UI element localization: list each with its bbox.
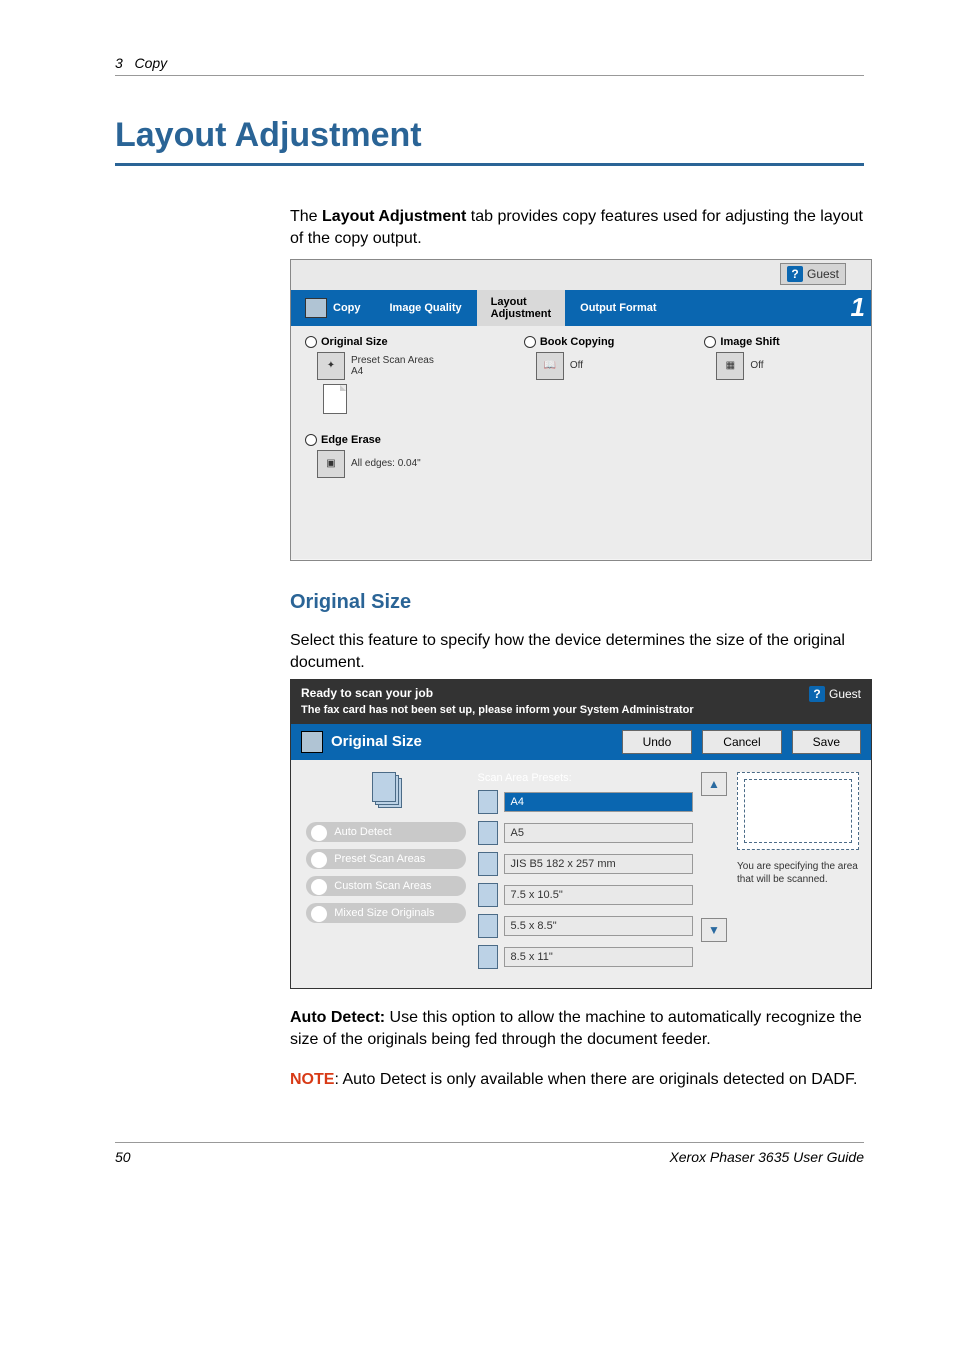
pill-mixed-size-originals[interactable]: Mixed Size Originals xyxy=(306,903,466,923)
radio-icon xyxy=(305,336,317,348)
preset-5-5x8-5[interactable]: 5.5 x 8.5" xyxy=(478,914,693,938)
pages-stack-icon xyxy=(366,772,406,808)
pill-preset-scan-areas[interactable]: Preset Scan Areas xyxy=(306,849,466,869)
note-paragraph: NOTE: Auto Detect is only available when… xyxy=(290,1069,864,1091)
copy-icon xyxy=(305,298,327,318)
help-icon: ? xyxy=(809,686,825,702)
tab-row: Copy Image Quality Layout Adjustment Out… xyxy=(291,290,871,326)
warning-text: The fax card has not been set up, please… xyxy=(291,704,871,724)
tab-layout-adjustment[interactable]: Layout Adjustment xyxy=(477,290,567,326)
callout-number: 1 xyxy=(851,292,865,323)
radio-icon xyxy=(704,336,716,348)
option-edge-erase[interactable]: Edge Erase ▣ All edges: 0.04" xyxy=(305,434,857,478)
page-icon xyxy=(478,883,498,907)
intro-paragraph: The Layout Adjustment tab provides copy … xyxy=(290,206,864,251)
option-original-size[interactable]: Original Size ✦ Preset Scan Areas A4 xyxy=(305,336,434,414)
page-icon xyxy=(478,945,498,969)
option-image-shift[interactable]: Image Shift ▦ Off xyxy=(704,336,779,414)
page-footer: 50 Xerox Phaser 3635 User Guide xyxy=(115,1142,864,1165)
subheading-original-size: Original Size xyxy=(290,591,864,614)
auto-detect-paragraph: Auto Detect: Use this option to allow th… xyxy=(290,1007,864,1052)
original-size-screenshot: Ready to scan your job ?Guest The fax ca… xyxy=(290,679,872,989)
option-book-copying[interactable]: Book Copying 📖 Off xyxy=(524,336,615,414)
preset-jisb5[interactable]: JIS B5 182 x 257 mm xyxy=(478,852,693,876)
pill-auto-detect[interactable]: Auto Detect xyxy=(306,822,466,842)
dialog-title: Original Size xyxy=(331,733,422,750)
guest-badge: ? Guest xyxy=(780,263,846,285)
original-size-icon xyxy=(301,731,323,753)
status-text: Ready to scan your job xyxy=(301,686,433,702)
page-title: Layout Adjustment xyxy=(115,116,864,166)
book-icon: 📖 xyxy=(536,352,564,380)
scan-area-preview xyxy=(737,772,859,850)
tab-copy[interactable]: Copy xyxy=(291,290,376,326)
pill-custom-scan-areas[interactable]: Custom Scan Areas xyxy=(306,876,466,896)
page-icon xyxy=(478,790,498,814)
page-icon xyxy=(478,821,498,845)
page-icon xyxy=(323,384,347,414)
page-number: 50 xyxy=(115,1149,131,1165)
scroll-down-button[interactable]: ▼ xyxy=(701,918,727,942)
preview-text: You are specifying the area that will be… xyxy=(737,860,859,886)
guide-title: Xerox Phaser 3635 User Guide xyxy=(669,1149,864,1165)
preset-a4[interactable]: A4 xyxy=(478,790,693,814)
tab-output-format[interactable]: Output Format xyxy=(566,290,671,326)
section-num: 3 xyxy=(115,55,123,71)
edge-erase-icon: ▣ xyxy=(317,450,345,478)
save-button[interactable]: Save xyxy=(792,730,861,754)
cancel-button[interactable]: Cancel xyxy=(702,730,781,754)
preset-8-5x11[interactable]: 8.5 x 11" xyxy=(478,945,693,969)
page-icon xyxy=(478,914,498,938)
running-header: 3 Copy xyxy=(115,55,864,76)
preset-7-5x10-5[interactable]: 7.5 x 10.5" xyxy=(478,883,693,907)
image-shift-icon: ▦ xyxy=(716,352,744,380)
radio-icon xyxy=(524,336,536,348)
preset-a5[interactable]: A5 xyxy=(478,821,693,845)
undo-button[interactable]: Undo xyxy=(622,730,693,754)
help-icon: ? xyxy=(787,266,803,282)
guest-badge: ?Guest xyxy=(809,686,861,702)
preset-scan-icon: ✦ xyxy=(317,352,345,380)
scroll-up-button[interactable]: ▲ xyxy=(701,772,727,796)
radio-icon xyxy=(305,434,317,446)
page-icon xyxy=(478,852,498,876)
layout-adjustment-screenshot: ? Guest Copy Image Quality Layout Adjust… xyxy=(290,259,872,561)
scan-area-presets-label: Scan Area Presets: xyxy=(478,772,693,784)
original-size-paragraph: Select this feature to specify how the d… xyxy=(290,630,864,675)
tab-image-quality[interactable]: Image Quality xyxy=(376,290,477,326)
section-title: Copy xyxy=(134,55,167,71)
